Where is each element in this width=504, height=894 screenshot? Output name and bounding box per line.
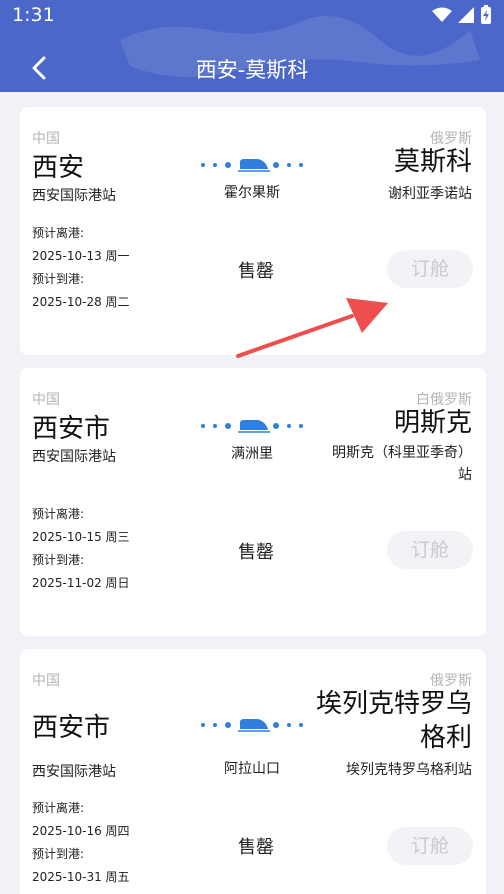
schedule: 预计离港: 2025-10-15 周三 预计到港: 2025-11-02 周日: [32, 503, 130, 595]
origin-country: 中国: [32, 673, 60, 689]
schedule: 预计离港: 2025-10-16 周四 预计到港: 2025-10-31 周五: [32, 797, 130, 889]
app-header: 1:31 西安-莫斯科: [0, 0, 504, 92]
status-time: 1:31: [12, 4, 55, 26]
destination-city: 埃列克特罗乌 格利: [315, 689, 472, 753]
train-route-icon: [201, 420, 303, 433]
sold-out-status: 售罄: [238, 261, 274, 282]
origin-city: 西安市: [32, 414, 111, 444]
origin-city: 西安市: [32, 713, 111, 743]
route-card[interactable]: 中国 俄罗斯 西安 莫斯科 西安国际港站 霍尔果斯 谢利亚季诺站 预计离港: 2…: [20, 107, 486, 355]
book-button[interactable]: 订舱: [387, 531, 473, 569]
arrive-date: 2025-11-02 周日: [32, 576, 130, 590]
schedule: 预计离港: 2025-10-13 周一 预计到港: 2025-10-28 周二: [32, 222, 130, 314]
depart-date: 2025-10-15 周三: [32, 530, 130, 544]
cellular-signal-icon: [458, 7, 474, 23]
origin-station: 西安国际港站: [32, 764, 116, 780]
book-button[interactable]: 订舱: [387, 827, 473, 865]
train-route-icon: [201, 159, 303, 172]
route-card[interactable]: 中国 俄罗斯 西安市 埃列克特罗乌 格利 西安国际港站 阿拉山口 埃列克特罗乌格…: [20, 649, 486, 894]
depart-date: 2025-10-13 周一: [32, 249, 130, 263]
status-bar: 1:31: [0, 0, 504, 32]
destination-city: 莫斯科: [393, 147, 472, 177]
destination-city: 明斯克: [393, 408, 472, 438]
page-title: 西安-莫斯科: [195, 58, 309, 82]
book-button[interactable]: 订舱: [387, 250, 473, 288]
destination-station: 埃列克特罗乌格利站: [346, 762, 472, 778]
arrive-date: 2025-10-31 周五: [32, 870, 130, 884]
origin-station: 西安国际港站: [32, 449, 116, 465]
origin-station: 西安国际港站: [32, 188, 116, 204]
border-crossing: 阿拉山口: [224, 761, 280, 777]
origin-country: 中国: [32, 131, 60, 147]
border-crossing: 满洲里: [231, 446, 273, 462]
destination-station: 明斯克（科里亚季奇） 站: [332, 445, 472, 483]
wifi-icon: [432, 7, 452, 22]
origin-country: 中国: [32, 392, 60, 408]
border-crossing: 霍尔果斯: [224, 185, 280, 201]
depart-date: 2025-10-16 周四: [32, 824, 130, 838]
battery-charging-icon: [481, 5, 491, 24]
sold-out-status: 售罄: [238, 542, 274, 563]
sold-out-status: 售罄: [238, 837, 274, 858]
destination-station: 谢利亚季诺站: [388, 186, 472, 202]
train-route-icon: [201, 719, 303, 732]
arrive-date: 2025-10-28 周二: [32, 295, 130, 309]
origin-city: 西安: [32, 153, 85, 183]
route-card[interactable]: 中国 白俄罗斯 西安市 明斯克 西安国际港站 满洲里 明斯克（科里亚季奇） 站 …: [20, 368, 486, 636]
